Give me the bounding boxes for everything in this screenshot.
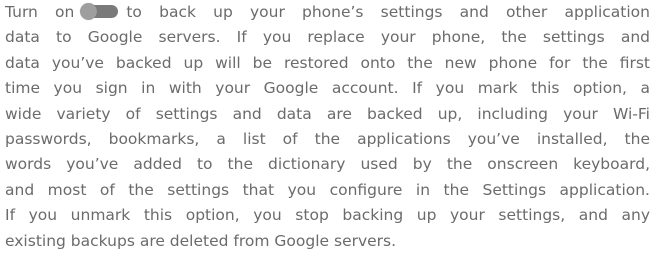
- text-line-3: data you’ve backed up will be restored o…: [5, 53, 650, 72]
- text-line-1-rest: to back up your phone’s settings and oth…: [126, 3, 650, 21]
- text-line-4: time you sign in with your Google accoun…: [5, 79, 650, 98]
- text-turn-on: Turn on: [5, 3, 75, 21]
- text-line-2: data to Google servers. If you replace y…: [5, 28, 650, 47]
- text-line-5: wide variety of settings and data are ba…: [5, 104, 650, 123]
- backup-description-paragraph: Turn on to back up your phone’s settings …: [5, 0, 650, 254]
- text-line-10: existing backups are deleted from Google…: [5, 231, 397, 250]
- text-line-1: Turn on to back up your phone’s settings …: [5, 0, 650, 25]
- text-line-8: and most of the settings that you config…: [5, 180, 650, 199]
- toggle-switch-icon: [80, 3, 120, 20]
- text-line-7: words you’ve added to the dictionary use…: [5, 155, 650, 174]
- text-line-6: passwords, bookmarks, a list of the appl…: [5, 130, 650, 149]
- text-line-9: If you unmark this option, you stop back…: [5, 206, 650, 225]
